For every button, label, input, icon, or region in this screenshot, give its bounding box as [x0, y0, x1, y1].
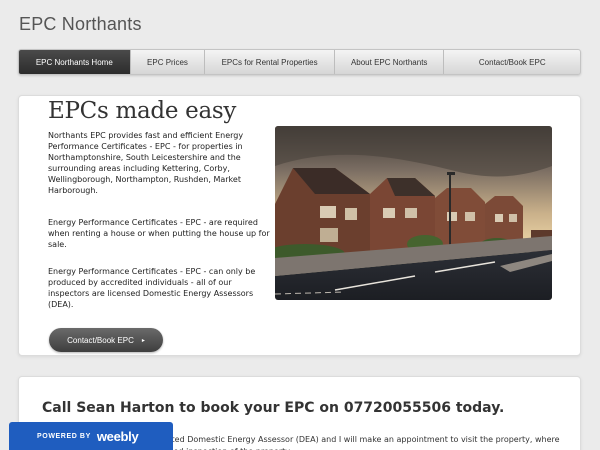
main-nav: EPC Northants Home EPC Prices EPCs for R…	[18, 49, 581, 75]
hero-card: EPCs made easy Northants EPC provides fa…	[18, 95, 581, 356]
powered-by-weebly-badge[interactable]: POWERED BY weebly	[9, 422, 173, 450]
hero-title: EPCs made easy	[48, 98, 237, 124]
call-heading: Call Sean Harton to book your EPC on 077…	[42, 400, 505, 416]
intro-paragraph: Northants EPC provides fast and efficien…	[48, 131, 244, 195]
powered-by-label: POWERED BY	[37, 432, 91, 440]
contact-book-button[interactable]: Contact/Book EPC ▸	[49, 328, 163, 352]
requirement-paragraph: Energy Performance Certificates - EPC - …	[48, 218, 270, 249]
street-houses-photo	[275, 126, 552, 300]
arrow-right-icon: ▸	[141, 337, 145, 344]
nav-item-about[interactable]: About EPC Northants	[335, 50, 445, 74]
site-title[interactable]: EPC Northants	[19, 14, 142, 35]
weebly-logo: weebly	[96, 428, 139, 444]
nav-item-rental-properties[interactable]: EPCs for Rental Properties	[205, 50, 335, 74]
nav-item-contact-book[interactable]: Contact/Book EPC	[444, 50, 580, 74]
accreditation-paragraph: Energy Performance Certificates - EPC - …	[48, 267, 256, 309]
nav-item-home[interactable]: EPC Northants Home	[19, 50, 131, 74]
nav-item-epc-prices[interactable]: EPC Prices	[131, 50, 206, 74]
contact-book-button-label: Contact/Book EPC	[67, 335, 134, 345]
